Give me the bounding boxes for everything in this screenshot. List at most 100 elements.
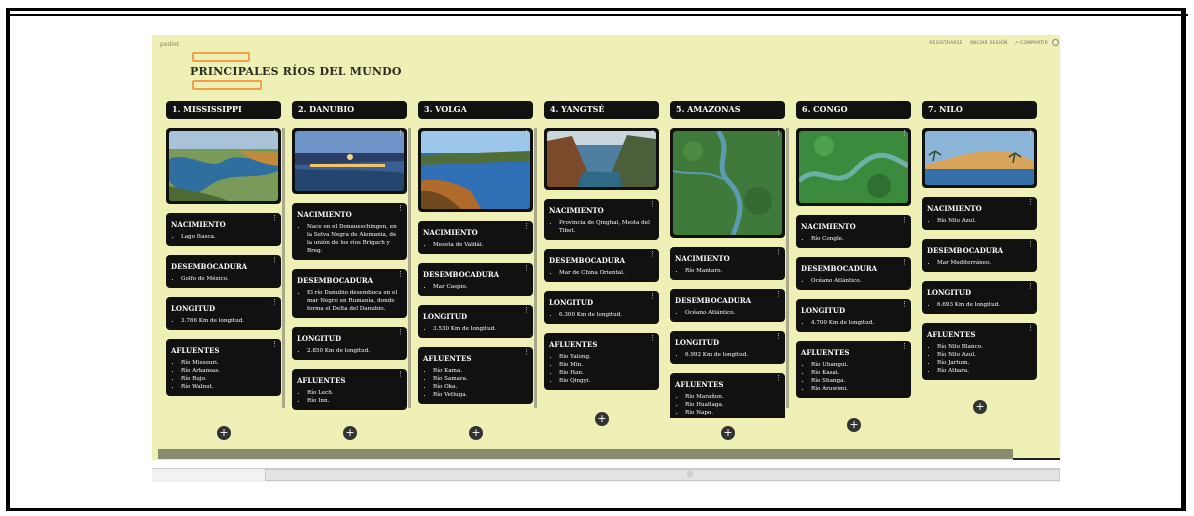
info-card[interactable]: ⋮ DESEMBOCADURA Mar Caspio. <box>418 263 533 296</box>
info-card[interactable]: ⋮ NACIMIENTO Río Congle. <box>796 215 911 248</box>
card-menu-icon[interactable]: ⋮ <box>1027 283 1034 290</box>
info-card[interactable]: ⋮ AFLUENTES Río Ubangui. Río Kasai. Río … <box>796 341 911 398</box>
column-header[interactable]: 5. AMAZONAS <box>670 101 785 119</box>
card-menu-icon[interactable]: ⋮ <box>901 130 908 137</box>
card-title: LONGITUD <box>927 288 972 297</box>
info-card[interactable]: ⋮ DESEMBOCADURA El río Danubio desemboca… <box>292 269 407 318</box>
info-card[interactable]: ⋮ AFLUENTES Río Yalong. Río Min. Río Han… <box>544 333 659 390</box>
card-menu-icon[interactable]: ⋮ <box>901 217 908 224</box>
column-scrollbar[interactable] <box>408 128 411 408</box>
card-menu-icon[interactable]: ⋮ <box>775 249 782 256</box>
card-menu-icon[interactable]: ⋮ <box>649 335 656 342</box>
column-scrollbar[interactable] <box>282 128 285 408</box>
card-menu-icon[interactable]: ⋮ <box>649 293 656 300</box>
info-card[interactable]: ⋮ NACIMIENTO Río Nilo Azul. <box>922 197 1037 230</box>
card-menu-icon[interactable]: ⋮ <box>1027 325 1034 332</box>
board-horizontal-scrollbar[interactable] <box>158 449 1013 459</box>
card-menu-icon[interactable]: ⋮ <box>901 343 908 350</box>
card-menu-icon[interactable]: ⋮ <box>271 341 278 348</box>
info-card[interactable]: ⋮ DESEMBOCADURA Océano Atlántico. <box>670 289 785 322</box>
info-card[interactable]: ⋮ AFLUENTES Río Lech. Río Inn. <box>292 369 407 410</box>
card-menu-icon[interactable]: ⋮ <box>523 130 530 137</box>
image-card[interactable]: ⋮ <box>796 128 911 206</box>
info-card[interactable]: ⋮ NACIMIENTO Provincia de Qinghai, Mesta… <box>544 199 659 240</box>
info-card[interactable]: ⋮ DESEMBOCADURA Mar de China Oriental. <box>544 249 659 282</box>
card-menu-icon[interactable]: ⋮ <box>775 333 782 340</box>
info-card[interactable]: ⋮ LONGITUD 2.850 Km de longitud. <box>292 327 407 360</box>
info-card[interactable]: ⋮ NACIMIENTO Lago Itasca. <box>166 213 281 246</box>
info-card[interactable]: ⋮ LONGITUD 3.530 Km de longitud. <box>418 305 533 338</box>
info-card[interactable]: ⋮ NACIMIENTO Meseta de Valdái. <box>418 221 533 254</box>
info-card[interactable]: ⋮ LONGITUD 6.693 Km de longitud. <box>922 281 1037 314</box>
image-card[interactable]: ⋮ <box>166 128 281 204</box>
column-header[interactable]: 6. CONGO <box>796 101 911 119</box>
info-card[interactable]: ⋮ LONGITUD 6.992 Km de longitud. <box>670 331 785 364</box>
top-nav: REGISTRARSE INICIAR SESIÓN ↗ COMPARTIR <box>929 41 1048 46</box>
help-icon[interactable] <box>1052 39 1059 46</box>
add-post-button[interactable]: + <box>847 418 861 432</box>
info-card[interactable]: ⋮ DESEMBOCADURA Océano Atlántico. <box>796 257 911 290</box>
card-menu-icon[interactable]: ⋮ <box>901 259 908 266</box>
card-menu-icon[interactable]: ⋮ <box>649 130 656 137</box>
image-card[interactable]: ⋮ <box>292 128 407 194</box>
register-link[interactable]: REGISTRARSE <box>929 41 962 46</box>
column-header[interactable]: 4. YANGTSÉ <box>544 101 659 119</box>
browser-scrollbar[interactable]: ||| <box>152 468 1060 482</box>
column-header[interactable]: 7. NILO <box>922 101 1037 119</box>
card-menu-icon[interactable]: ⋮ <box>1027 130 1034 137</box>
column-header[interactable]: 1. MISSISSIPPI <box>166 101 281 119</box>
card-menu-icon[interactable]: ⋮ <box>523 223 530 230</box>
card-menu-icon[interactable]: ⋮ <box>901 301 908 308</box>
add-post-button[interactable]: + <box>217 426 231 440</box>
image-card[interactable]: ⋮ <box>922 128 1037 188</box>
card-menu-icon[interactable]: ⋮ <box>397 130 404 137</box>
info-card[interactable]: ⋮ LONGITUD 3.766 Km de longitud. <box>166 297 281 330</box>
image-card[interactable]: ⋮ <box>544 128 659 190</box>
add-post-button[interactable]: + <box>343 426 357 440</box>
card-item: Océano Atlántico. <box>811 277 906 285</box>
card-menu-icon[interactable]: ⋮ <box>523 265 530 272</box>
image-card[interactable]: ⋮ <box>670 128 785 238</box>
card-menu-icon[interactable]: ⋮ <box>271 215 278 222</box>
card-menu-icon[interactable]: ⋮ <box>649 251 656 258</box>
add-post-button[interactable]: + <box>721 426 735 440</box>
card-menu-icon[interactable]: ⋮ <box>397 329 404 336</box>
login-link[interactable]: INICIAR SESIÓN <box>970 41 1008 46</box>
card-menu-icon[interactable]: ⋮ <box>523 349 530 356</box>
card-item: Río Lech. <box>307 389 402 397</box>
add-post-button[interactable]: + <box>973 400 987 414</box>
card-menu-icon[interactable]: ⋮ <box>1027 241 1034 248</box>
info-card[interactable]: ⋮ NACIMIENTO Río Mantaro. <box>670 247 785 280</box>
card-menu-icon[interactable]: ⋮ <box>775 291 782 298</box>
card-menu-icon[interactable]: ⋮ <box>397 205 404 212</box>
card-menu-icon[interactable]: ⋮ <box>271 130 278 137</box>
info-card[interactable]: ⋮ AFLUENTES Río Marañon. Río Huallaga. R… <box>670 373 785 418</box>
card-menu-icon[interactable]: ⋮ <box>271 257 278 264</box>
card-menu-icon[interactable]: ⋮ <box>649 201 656 208</box>
info-card[interactable]: ⋮ AFLUENTES Río Kama. Río Samara. Río Ok… <box>418 347 533 404</box>
column-header[interactable]: 2. DANUBIO <box>292 101 407 119</box>
share-link[interactable]: ↗ COMPARTIR <box>1015 41 1048 46</box>
image-card[interactable]: ⋮ <box>418 128 533 212</box>
card-menu-icon[interactable]: ⋮ <box>397 271 404 278</box>
card-menu-icon[interactable]: ⋮ <box>775 130 782 137</box>
scrollbar-thumb[interactable] <box>265 469 1060 481</box>
info-card[interactable]: ⋮ LONGITUD 6.300 Km de longitud. <box>544 291 659 324</box>
card-menu-icon[interactable]: ⋮ <box>523 307 530 314</box>
card-menu-icon[interactable]: ⋮ <box>1027 199 1034 206</box>
info-card[interactable]: ⋮ NACIMIENTO Nace en el Donaueschingen, … <box>292 203 407 260</box>
info-card[interactable]: ⋮ AFLUENTES Río Nilo Blanco. Río Nilo Az… <box>922 323 1037 380</box>
add-post-button[interactable]: + <box>595 412 609 426</box>
column-scrollbar[interactable] <box>534 128 537 408</box>
card-menu-icon[interactable]: ⋮ <box>775 375 782 382</box>
card-item: Río Oka. <box>433 383 528 391</box>
info-card[interactable]: ⋮ AFLUENTES Río Missouri. Río Arkansas. … <box>166 339 281 396</box>
info-card[interactable]: ⋮ LONGITUD 4.700 Km de longitud. <box>796 299 911 332</box>
info-card[interactable]: ⋮ DESEMBOCADURA Mar Mediterráneo. <box>922 239 1037 272</box>
card-menu-icon[interactable]: ⋮ <box>397 371 404 378</box>
add-post-button[interactable]: + <box>469 426 483 440</box>
column-scrollbar[interactable] <box>786 128 789 408</box>
card-menu-icon[interactable]: ⋮ <box>271 299 278 306</box>
info-card[interactable]: ⋮ DESEMBOCADURA Golfo de México. <box>166 255 281 288</box>
column-header[interactable]: 3. VOLGA <box>418 101 533 119</box>
